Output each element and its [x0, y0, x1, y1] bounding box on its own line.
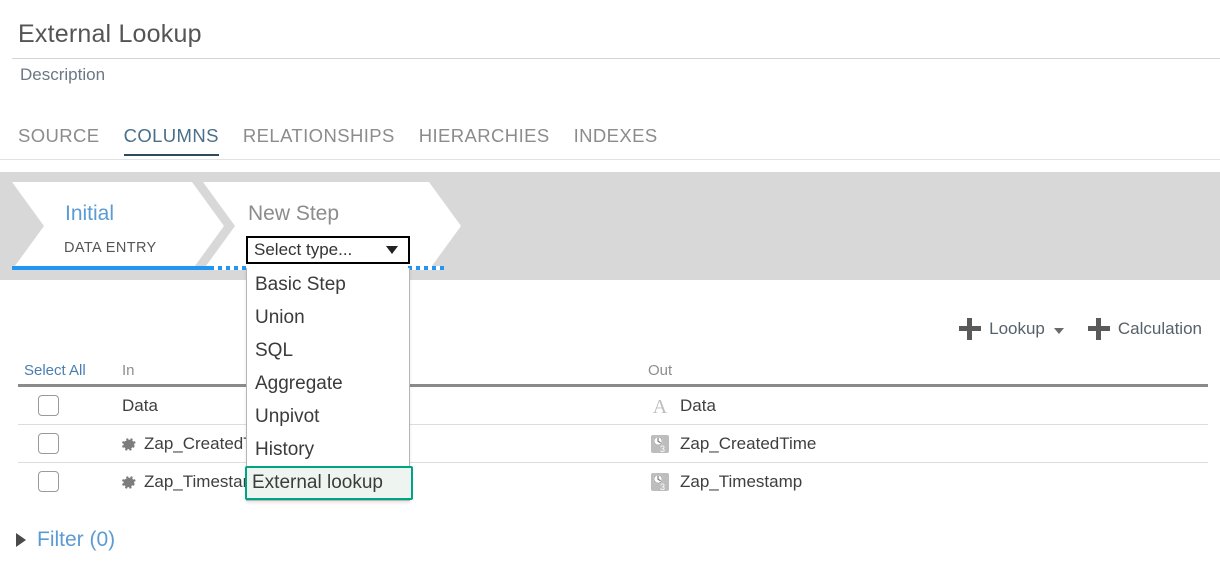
plus-icon: [1087, 318, 1110, 340]
row-in-label: Data: [122, 396, 158, 415]
description-text: Description: [20, 65, 106, 84]
tab-source[interactable]: SOURCE: [18, 125, 100, 156]
chevron-down-icon: [1053, 327, 1064, 334]
gear-icon: [122, 437, 136, 451]
row-in-cell: Data: [122, 396, 158, 416]
row-out-cell: A Data: [648, 394, 716, 418]
filter-label: Filter (0): [37, 528, 116, 551]
step-type-select-value: Select type...: [254, 240, 353, 259]
add-lookup-label: Lookup: [989, 319, 1045, 338]
table-row: Data A Data: [18, 387, 1208, 425]
step-new-title: New Step: [248, 202, 340, 225]
row-out-label: Data: [680, 396, 716, 415]
column-header-out: Out: [648, 362, 673, 379]
row-out-label: Zap_CreatedTime: [680, 434, 817, 453]
dropdown-option-external-lookup[interactable]: External lookup: [245, 466, 413, 500]
step-type-dropdown-list[interactable]: Basic Step Union SQL Aggregate Unpivot H…: [245, 268, 413, 501]
datetime-type-icon: 3: [651, 435, 669, 454]
row-out-cell: 3 Zap_CreatedTime: [648, 432, 816, 456]
svg-text:3: 3: [660, 444, 665, 454]
column-header-in: In: [122, 362, 135, 379]
pipeline-step-initial[interactable]: Initial DATA ENTRY: [12, 182, 224, 270]
row-checkbox[interactable]: [38, 395, 59, 416]
step-connector-dash-right: [408, 266, 444, 270]
filter-toggle[interactable]: Filter (0): [16, 528, 115, 552]
tab-indexes[interactable]: INDEXES: [574, 125, 658, 156]
title-divider: [12, 58, 1220, 59]
row-checkbox[interactable]: [38, 433, 59, 454]
plus-icon: [959, 318, 982, 340]
step-initial-subtitle: DATA ENTRY: [64, 240, 157, 256]
tab-relationships[interactable]: RELATIONSHIPS: [243, 125, 395, 156]
svg-text:3: 3: [660, 482, 665, 492]
text-type-icon: A: [653, 396, 668, 418]
svg-text:A: A: [653, 396, 668, 418]
dropdown-option-aggregate[interactable]: Aggregate: [247, 367, 409, 400]
table-row: Zap_CreatedTime 3 Zap_CreatedTime: [18, 425, 1208, 463]
select-all-link[interactable]: Select All: [24, 362, 86, 379]
table-row: Zap_Timestamp 3 Zap_Timestamp: [18, 463, 1208, 500]
tab-hierarchies[interactable]: HIERARCHIES: [419, 125, 550, 156]
row-checkbox[interactable]: [38, 471, 59, 492]
step-initial-title: Initial: [65, 202, 115, 225]
dropdown-option-union[interactable]: Union: [247, 301, 409, 334]
step-type-select[interactable]: Select type...: [246, 236, 410, 264]
datetime-type-icon: 3: [651, 473, 669, 492]
tab-bar: SOURCE COLUMNS RELATIONSHIPS HIERARCHIES…: [18, 125, 658, 156]
dropdown-option-history[interactable]: History: [247, 433, 409, 466]
columns-table: Select All In Out Data A Data Zap_Create…: [18, 360, 1208, 500]
page-title: External Lookup: [18, 20, 202, 48]
dropdown-option-unpivot[interactable]: Unpivot: [247, 400, 409, 433]
action-button-group: Lookup Calculation: [959, 318, 1202, 340]
add-lookup-button[interactable]: Lookup: [959, 318, 1064, 340]
dropdown-option-basic-step[interactable]: Basic Step: [247, 268, 409, 301]
tab-divider: [0, 159, 1220, 160]
dropdown-option-sql[interactable]: SQL: [247, 334, 409, 367]
add-calculation-label: Calculation: [1117, 319, 1202, 338]
step-initial-active-underline: [12, 266, 210, 270]
triangle-right-icon: [16, 533, 26, 547]
table-header-row: Select All In Out: [18, 360, 1208, 384]
tab-columns[interactable]: COLUMNS: [123, 125, 219, 156]
caret-down-icon: [386, 246, 398, 254]
step-connector-dash-left: [210, 266, 246, 270]
pipeline-band: Initial DATA ENTRY New Step: [0, 172, 1220, 280]
add-calculation-button[interactable]: Calculation: [1087, 318, 1202, 340]
gear-icon: [122, 475, 136, 489]
row-out-label: Zap_Timestamp: [680, 472, 803, 491]
row-out-cell: 3 Zap_Timestamp: [648, 470, 802, 494]
